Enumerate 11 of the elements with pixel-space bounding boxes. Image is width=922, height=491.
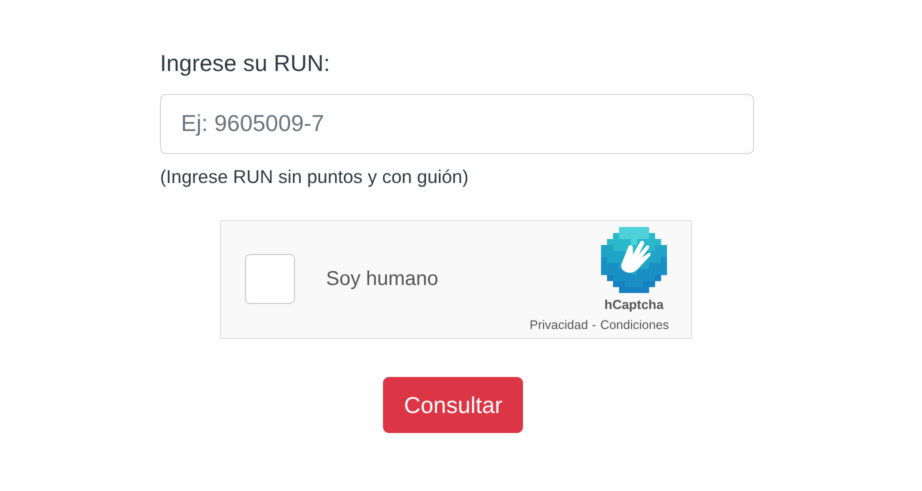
consultar-button[interactable]: Consultar <box>383 376 524 433</box>
terms-link[interactable]: Condiciones <box>600 316 669 334</box>
brand-name: hCaptcha <box>604 296 664 314</box>
captcha-label: Soy humano <box>326 267 438 292</box>
separator-text: - <box>592 316 596 334</box>
privacy-link[interactable]: Privacidad <box>530 316 588 334</box>
captcha-checkbox[interactable] <box>245 254 295 304</box>
hint-text: (Ingrese RUN sin puntos y con guión) <box>160 164 468 189</box>
run-input-field[interactable]: Ej: 9605009-7 <box>160 94 754 154</box>
run-label: Ingrese su RUN: <box>160 49 330 78</box>
hand-logo-icon <box>601 226 667 292</box>
